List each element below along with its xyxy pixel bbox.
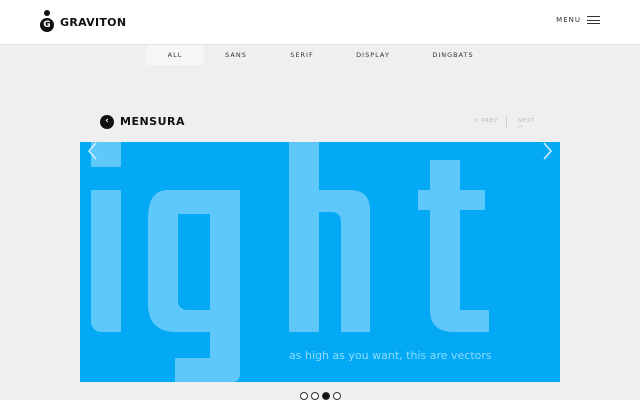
next-link[interactable]: NEXT > (518, 118, 540, 130)
tab-display[interactable]: DISPLAY (344, 45, 402, 65)
tab-serif[interactable]: SERIF (280, 45, 324, 65)
slide-pager (300, 392, 341, 400)
chevron-left-icon[interactable] (87, 142, 99, 160)
prev-link[interactable]: < PREV (474, 118, 498, 124)
back-button[interactable]: ‹ (100, 115, 114, 129)
menu-label: MENU (556, 16, 581, 24)
category-nav: ALL SANS SERIF DISPLAY DINGBATS (0, 45, 640, 65)
pager-dot-active[interactable] (322, 392, 330, 400)
display-glyphs (91, 142, 489, 382)
tab-sans[interactable]: SANS (214, 45, 258, 65)
pager-dot[interactable] (311, 392, 319, 400)
slide-caption: as high as you want, this are vectors (289, 349, 492, 362)
font-title-row: ‹ MENSURA < PREV NEXT > (100, 114, 540, 130)
site-header: G GRAVITON MENU (0, 0, 640, 45)
chevron-left-icon: ‹ (105, 116, 109, 126)
logo-icon: G (39, 10, 55, 34)
pager-dot[interactable] (333, 392, 341, 400)
menu-button[interactable]: MENU (556, 16, 600, 24)
tab-all[interactable]: ALL (146, 45, 204, 65)
font-name: MENSURA (120, 115, 186, 128)
logo[interactable]: G GRAVITON (39, 10, 126, 34)
pager-dot[interactable] (300, 392, 308, 400)
font-preview-slide: as high as you want, this are vectors (80, 142, 560, 382)
divider (506, 116, 507, 128)
hamburger-icon (587, 16, 600, 24)
logo-text: GRAVITON (60, 15, 127, 29)
chevron-right-icon[interactable] (541, 142, 553, 160)
tab-dingbats[interactable]: DINGBATS (424, 45, 482, 65)
